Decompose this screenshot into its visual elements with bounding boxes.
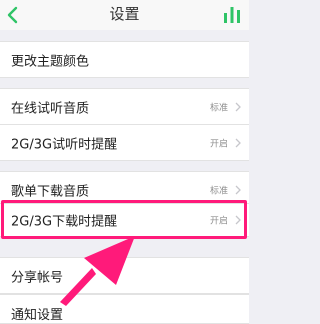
- settings-row-online-quality[interactable]: 在线试听音质 标准: [0, 88, 249, 125]
- equalizer-icon[interactable]: [223, 6, 241, 23]
- row-label: 在线试听音质: [11, 101, 90, 116]
- row-label: 2G/3G试听时提醒: [11, 137, 118, 152]
- highlight-box: [1, 200, 247, 239]
- row-value: 标准: [209, 103, 228, 113]
- watermark-logo: [207, 299, 247, 313]
- row-value: 标准: [209, 186, 228, 196]
- row-label: 通知设置: [11, 308, 64, 323]
- navigation-bar: 设置: [0, 0, 249, 30]
- settings-row-listen-network-reminder[interactable]: 2G/3G试听时提醒 开启: [0, 124, 249, 161]
- chevron-right-icon: [235, 138, 241, 147]
- settings-row-share-account[interactable]: 分享帐号: [0, 257, 249, 294]
- row-label: 分享帐号: [11, 270, 64, 285]
- page-title: 设置: [109, 5, 140, 23]
- chevron-right-icon: [235, 185, 241, 194]
- chevron-right-icon: [235, 102, 241, 111]
- row-label: 更改主题颜色: [11, 54, 90, 69]
- row-label: 歌单下载音质: [11, 184, 90, 199]
- row-value: 开启: [209, 139, 228, 149]
- settings-row-theme-color[interactable]: 更改主题颜色: [0, 41, 249, 78]
